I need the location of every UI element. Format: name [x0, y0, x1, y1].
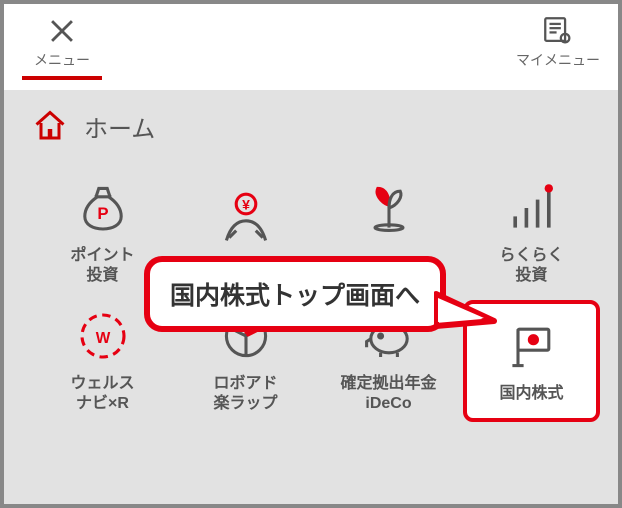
bars-up-icon — [504, 180, 560, 236]
cell-easy-invest[interactable]: らくらく 投資 — [463, 172, 600, 294]
sprout-icon — [361, 180, 417, 236]
cell-label: ポイント 投資 — [70, 246, 134, 286]
mymenu-icon — [541, 14, 575, 48]
mymenu-tab[interactable]: マイメニュー — [516, 4, 600, 70]
bag-point-icon: P — [75, 180, 131, 236]
home-row[interactable]: ホーム — [4, 90, 618, 172]
menu-tab[interactable]: メニュー — [22, 4, 102, 80]
callout: 国内株式トップ画面へ — [144, 256, 446, 332]
callout-tail-icon — [434, 286, 504, 336]
svg-text:P: P — [97, 204, 108, 223]
home-icon — [32, 108, 68, 144]
hands-yen-icon: ¥ — [218, 190, 274, 246]
cell-label: ロボアド 楽ラップ — [213, 374, 277, 414]
callout-bubble: 国内株式トップ画面へ — [144, 256, 446, 332]
japan-flag-icon — [504, 318, 560, 374]
menu-label: メニュー — [34, 50, 90, 70]
close-icon — [45, 14, 79, 48]
cell-label: ウェルス ナビ×R — [70, 374, 134, 414]
cell-label: らくらく 投資 — [499, 246, 563, 286]
page-title: ホーム — [84, 109, 155, 144]
cell-label: 確定拠出年金 iDeCo — [340, 374, 436, 414]
topbar: メニュー マイメニュー — [4, 4, 618, 90]
svg-text:¥: ¥ — [242, 197, 250, 213]
svg-text:W: W — [95, 330, 110, 347]
cell-label: 国内株式 — [499, 384, 563, 404]
compass-icon: W — [75, 308, 131, 364]
mymenu-label: マイメニュー — [516, 50, 600, 70]
